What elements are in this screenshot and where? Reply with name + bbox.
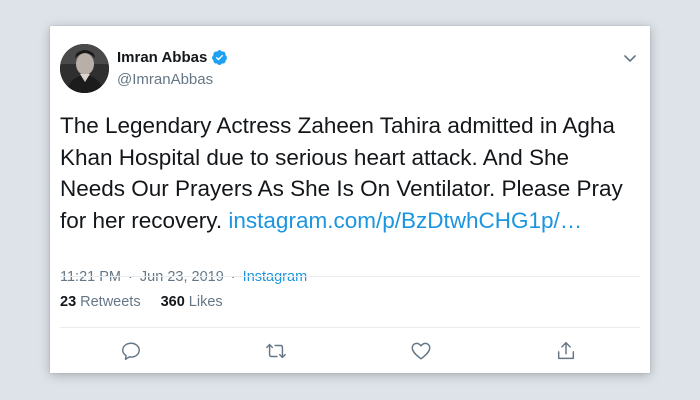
retweet-icon[interactable] bbox=[265, 340, 287, 362]
tweet-time[interactable]: 11:21 PM bbox=[60, 269, 121, 285]
like-count-label: Likes bbox=[188, 294, 223, 310]
tweet-link[interactable]: instagram.com/p/BzDtwhCHG1p/… bbox=[228, 208, 582, 233]
engagement-stats: 23 Retweets 360 Likes bbox=[60, 294, 223, 310]
author-handle[interactable]: @ImranAbbas bbox=[117, 71, 213, 88]
retweet-count-label: Retweets bbox=[80, 294, 141, 310]
avatar-photo bbox=[60, 44, 109, 93]
verified-badge-icon bbox=[211, 49, 228, 66]
divider bbox=[60, 276, 640, 277]
tweet-date[interactable]: Jun 23, 2019 bbox=[140, 269, 224, 285]
like-count-value: 360 bbox=[160, 294, 185, 310]
retweet-count[interactable]: 23 Retweets bbox=[60, 294, 141, 310]
tweet-actions bbox=[50, 340, 650, 364]
tweet-card: Imran Abbas @ImranAbbas The Legendary Ac… bbox=[50, 26, 650, 373]
author-name-row[interactable]: Imran Abbas bbox=[117, 49, 228, 66]
meta-separator: · bbox=[230, 269, 236, 285]
retweet-count-value: 23 bbox=[60, 294, 77, 310]
reply-icon[interactable] bbox=[120, 340, 142, 362]
like-count[interactable]: 360 Likes bbox=[161, 294, 223, 310]
tweet-text: The Legendary Actress Zaheen Tahira admi… bbox=[60, 110, 632, 236]
heart-icon[interactable] bbox=[410, 340, 432, 362]
chevron-down-icon[interactable] bbox=[622, 50, 638, 66]
meta-separator: · bbox=[128, 269, 133, 285]
tweet-source-link[interactable]: Instagram bbox=[243, 269, 307, 285]
avatar[interactable] bbox=[60, 44, 109, 93]
share-icon[interactable] bbox=[555, 340, 577, 362]
author-display-name[interactable]: Imran Abbas bbox=[117, 49, 207, 66]
tweet-timestamp-row: 11:21 PM · Jun 23, 2019 · Instagram bbox=[60, 269, 307, 285]
divider bbox=[60, 327, 640, 328]
